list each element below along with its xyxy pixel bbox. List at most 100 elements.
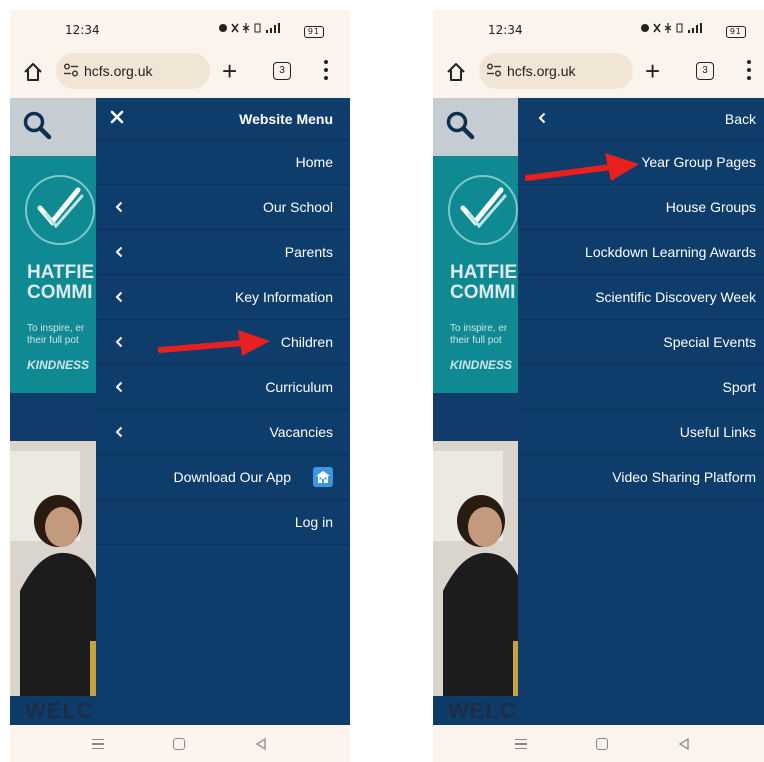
menu-item-home[interactable]: Home (96, 140, 350, 185)
chevron-left-icon[interactable] (115, 246, 123, 258)
menu-item-label: Useful Links (679, 424, 756, 440)
red-annotation-arrow (158, 330, 270, 356)
menu-item-video-sharing-platform[interactable]: Video Sharing Platform (518, 455, 764, 500)
menu-item-label: Video Sharing Platform (612, 469, 756, 485)
menu-item-label: Download Our App (173, 469, 291, 485)
website-menu-panel: Website Menu Home Our School Parents Key… (96, 98, 350, 725)
menu-item-sport[interactable]: Sport (518, 365, 764, 410)
hero-title: HATFIE COMMI (27, 263, 94, 303)
menu-item-lockdown-learning-awards[interactable]: Lockdown Learning Awards (518, 230, 764, 275)
menu-item-vacancies[interactable]: Vacancies (96, 410, 350, 455)
hero-title-line1: HATFIE (450, 262, 518, 283)
school-app-icon (313, 467, 333, 487)
address-bar[interactable]: hcfs.org.uk (479, 53, 633, 89)
search-icon[interactable] (22, 110, 54, 142)
home-icon (447, 63, 465, 81)
menu-item-label: Parents (284, 244, 333, 260)
site-settings-icon[interactable] (486, 63, 502, 77)
hero-sub-line1: To inspire, er (450, 323, 508, 334)
recent-apps-icon[interactable] (92, 739, 104, 752)
hero-sub-line2: their full pot (27, 335, 79, 346)
url-text: hcfs.org.uk (507, 63, 576, 79)
menu-item-label: Special Events (663, 334, 756, 350)
menu-item-label: Log in (294, 514, 333, 530)
hero-sub-line1: To inspire, er (27, 323, 85, 334)
menu-item-curriculum[interactable]: Curriculum (96, 365, 350, 410)
menu-item-house-groups[interactable]: House Groups (518, 185, 764, 230)
menu-title: Website Menu (239, 111, 333, 127)
menu-item-download-app[interactable]: Download Our App (96, 455, 350, 500)
menu-item-log-in[interactable]: Log in (96, 500, 350, 545)
battery-indicator: 91 (725, 26, 746, 38)
menu-item-label: House Groups (665, 199, 756, 215)
phone-screen-main-menu: 12:34 91 hcfs.org.uk + 3 HATFIE COMMI To… (10, 10, 350, 762)
hero-title-line1: HATFIE (27, 262, 95, 283)
menu-item-label: Vacancies (269, 424, 333, 440)
hero-sub-line2: their full pot (450, 335, 502, 346)
menu-item-useful-links[interactable]: Useful Links (518, 410, 764, 455)
home-button[interactable] (22, 61, 48, 87)
home-nav-icon[interactable] (596, 738, 608, 750)
menu-item-label: Children (280, 334, 333, 350)
address-bar[interactable]: hcfs.org.uk (56, 53, 210, 89)
hero-subtitle: To inspire, er their full pot (27, 323, 84, 347)
school-logo-icon (25, 175, 95, 245)
menu-item-label: Scientific Discovery Week (595, 289, 756, 305)
home-button[interactable] (445, 61, 471, 87)
status-bar: 12:34 91 (433, 10, 764, 50)
battery-indicator: 91 (303, 26, 324, 38)
chevron-left-icon[interactable] (115, 381, 123, 393)
home-icon (24, 63, 42, 81)
tab-switcher-button[interactable]: 3 (696, 62, 714, 80)
menu-item-label: Our School (262, 199, 333, 215)
android-nav-bar (10, 725, 350, 762)
menu-item-label: Year Group Pages (641, 154, 756, 170)
menu-item-special-events[interactable]: Special Events (518, 320, 764, 365)
recent-apps-icon[interactable] (515, 739, 527, 752)
phone-screen-children-submenu: 12:34 91 hcfs.org.uk + 3 HATFIE COMMI To… (433, 10, 764, 762)
more-options-icon[interactable] (745, 60, 753, 82)
home-nav-icon[interactable] (173, 738, 185, 750)
search-icon[interactable] (445, 110, 477, 142)
menu-item-scientific-discovery-week[interactable]: Scientific Discovery Week (518, 275, 764, 320)
menu-item-label: Sport (722, 379, 756, 395)
chevron-left-icon[interactable] (115, 201, 123, 213)
hero-subtitle: To inspire, er their full pot (450, 323, 507, 347)
back-nav-icon[interactable] (678, 737, 690, 751)
hero-motto: KINDNESS (27, 358, 90, 372)
back-nav-icon[interactable] (255, 737, 267, 751)
school-building-icon (316, 471, 330, 483)
chevron-left-icon[interactable] (538, 112, 546, 124)
children-submenu-panel: Back Year Group Pages House Groups Lockd… (518, 98, 764, 725)
menu-back-row[interactable]: Back (518, 98, 764, 140)
chevron-left-icon[interactable] (115, 291, 123, 303)
back-label[interactable]: Back (725, 111, 756, 127)
welcome-heading-partial: WELC (448, 698, 517, 723)
hero-title-line2: COMMI (450, 282, 516, 303)
status-signal-icons (219, 23, 281, 33)
chevron-left-icon[interactable] (115, 336, 123, 348)
hero-motto: KINDNESS (450, 358, 513, 372)
site-settings-icon[interactable] (63, 63, 79, 77)
status-icons: 91 (218, 22, 324, 38)
tab-switcher-button[interactable]: 3 (273, 62, 291, 80)
menu-item-label: Lockdown Learning Awards (585, 244, 756, 260)
menu-item-label: Home (295, 154, 333, 170)
menu-item-parents[interactable]: Parents (96, 230, 350, 275)
school-logo-icon (448, 175, 518, 245)
close-icon[interactable] (110, 110, 124, 124)
android-nav-bar (433, 725, 764, 762)
status-icons: 91 (640, 22, 746, 38)
menu-item-our-school[interactable]: Our School (96, 185, 350, 230)
new-tab-button[interactable]: + (645, 58, 660, 84)
browser-toolbar: hcfs.org.uk + 3 (10, 50, 350, 98)
menu-item-label: Curriculum (265, 379, 333, 395)
new-tab-button[interactable]: + (222, 58, 237, 84)
menu-item-key-information[interactable]: Key Information (96, 275, 350, 320)
status-time: 12:34 (65, 23, 100, 37)
url-text: hcfs.org.uk (84, 63, 153, 79)
hero-title: HATFIE COMMI (450, 263, 517, 303)
status-bar: 12:34 91 (10, 10, 350, 50)
chevron-left-icon[interactable] (115, 426, 123, 438)
more-options-icon[interactable] (322, 60, 330, 82)
